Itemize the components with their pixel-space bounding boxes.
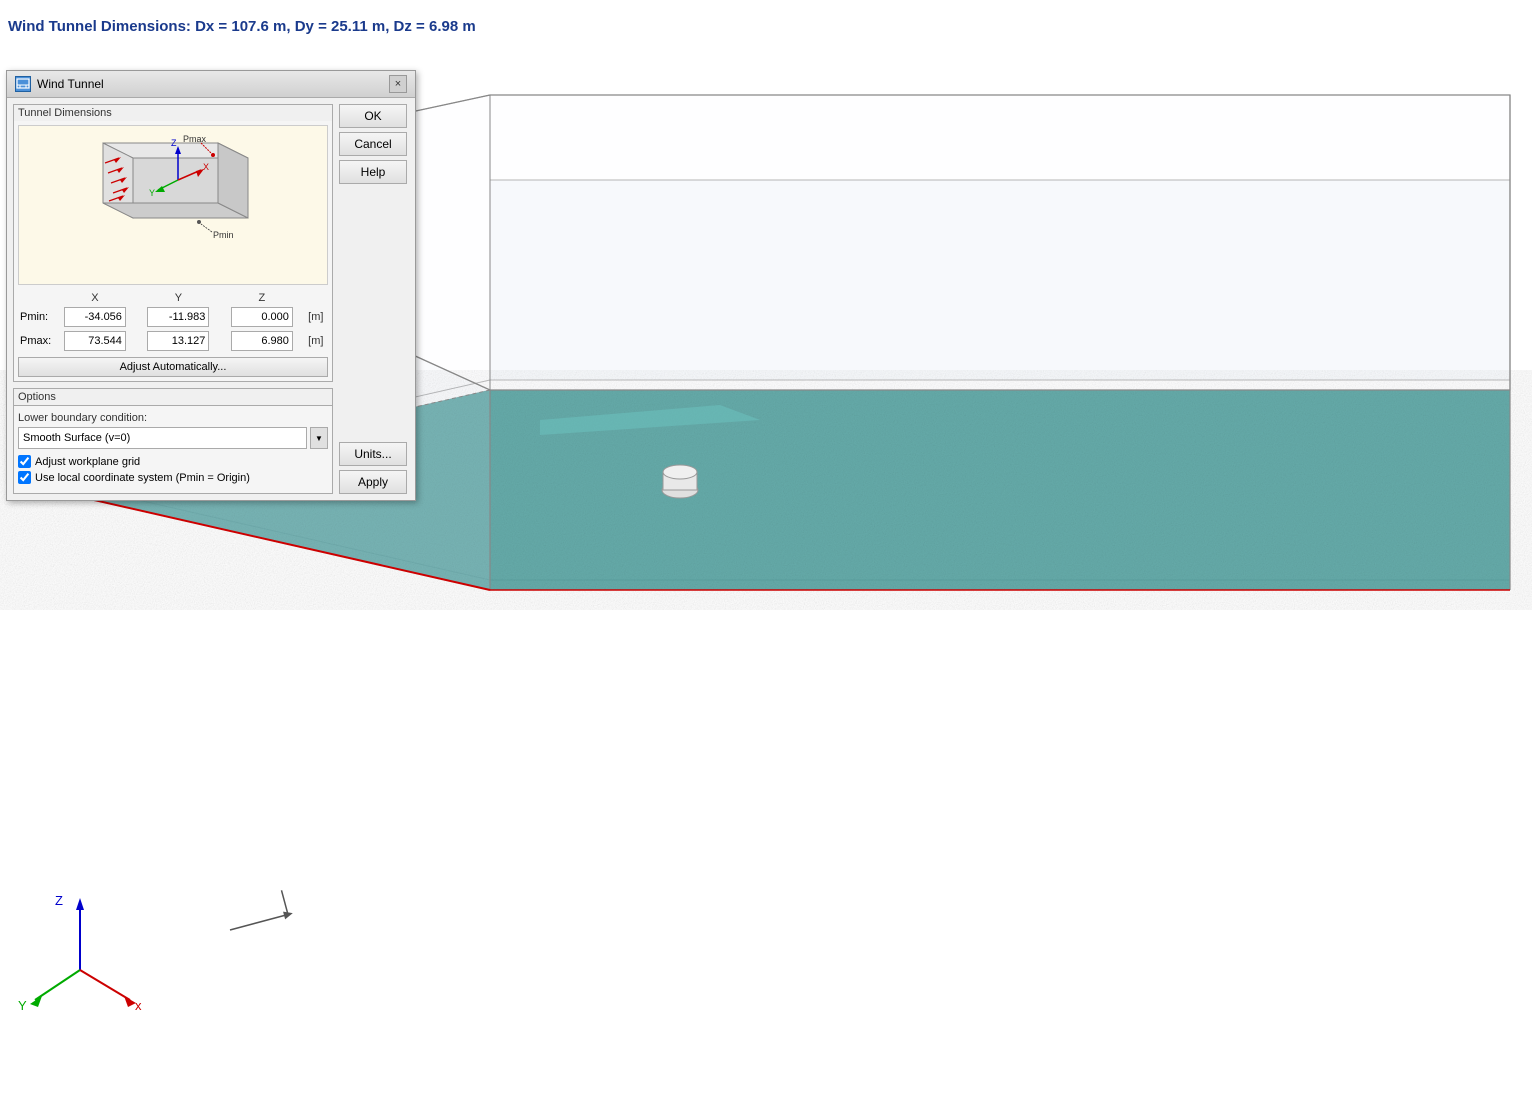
pmax-z-input[interactable] — [231, 331, 293, 351]
help-button[interactable]: Help — [339, 160, 407, 184]
svg-text:x: x — [135, 998, 142, 1013]
apply-button[interactable]: Apply — [339, 470, 407, 494]
col-x-header: X — [53, 291, 136, 305]
dropdown-arrow-icon[interactable]: ▼ — [310, 427, 328, 449]
close-button[interactable]: × — [389, 75, 407, 93]
pmin-y-input[interactable] — [147, 307, 209, 327]
cancel-button[interactable]: Cancel — [339, 132, 407, 156]
ok-button[interactable]: OK — [339, 104, 407, 128]
pmax-row-label: Pmax: — [18, 329, 53, 353]
svg-text:Pmin: Pmin — [213, 230, 234, 240]
pmin-z-input[interactable] — [231, 307, 293, 327]
dialog-title: Wind Tunnel — [37, 77, 104, 91]
page-title: Wind Tunnel Dimensions: Dx = 107.6 m, Dy… — [8, 18, 476, 35]
adjust-workplane-row: Adjust workplane grid — [18, 455, 328, 468]
use-local-coord-label: Use local coordinate system (Pmin = Orig… — [35, 472, 250, 484]
coords-table: X Y Z Pmin: — [18, 291, 328, 353]
adjust-workplane-label: Adjust workplane grid — [35, 456, 140, 468]
tunnel-dimensions-label: Tunnel Dimensions — [14, 105, 332, 121]
pmin-row-label: Pmin: — [18, 305, 53, 329]
pmax-y-input[interactable] — [147, 331, 209, 351]
tunnel-diagram: Z Y X — [18, 125, 328, 285]
use-local-coord-row: Use local coordinate system (Pmin = Orig… — [18, 471, 328, 484]
titlebar-left: Wind Tunnel — [15, 76, 104, 92]
col-z-header: Z — [220, 291, 303, 305]
pmin-row: Pmin: [m] — [18, 305, 328, 329]
svg-text:Z: Z — [55, 893, 63, 908]
tunnel-diagram-svg: Z Y X — [53, 128, 293, 283]
lower-bc-dropdown-container: Smooth Surface (v=0) ▼ — [18, 427, 328, 449]
options-group: Options Lower boundary condition: Smooth… — [13, 388, 333, 494]
use-local-coord-checkbox[interactable] — [18, 471, 31, 484]
col-y-header: Y — [137, 291, 220, 305]
pmax-x-input[interactable] — [64, 331, 126, 351]
pmax-unit: [m] — [304, 329, 328, 353]
dialog-icon — [15, 76, 31, 92]
dialog-titlebar: Wind Tunnel × — [7, 71, 415, 98]
dialog-left-panel: Tunnel Dimensions — [13, 104, 333, 494]
svg-text:Pmax: Pmax — [183, 134, 207, 144]
lower-bc-label: Lower boundary condition: — [18, 412, 328, 424]
svg-text:X: X — [203, 162, 209, 172]
adjust-automatically-button[interactable]: Adjust Automatically... — [18, 357, 328, 377]
wind-tunnel-dialog: Wind Tunnel × Tunnel Dimensions — [6, 70, 416, 501]
svg-text:Y: Y — [18, 998, 27, 1013]
options-label: Options — [14, 389, 332, 406]
pmin-unit: [m] — [304, 305, 328, 329]
units-button[interactable]: Units... — [339, 442, 407, 466]
lower-bc-dropdown[interactable]: Smooth Surface (v=0) — [18, 427, 307, 449]
tunnel-dimensions-content: Z Y X — [14, 121, 332, 381]
pmin-x-input[interactable] — [64, 307, 126, 327]
dialog-right-panel: OK Cancel Help Units... Apply — [339, 104, 409, 494]
options-content: Lower boundary condition: Smooth Surface… — [14, 406, 332, 493]
svg-text:Y: Y — [149, 188, 155, 198]
svg-text:Z: Z — [171, 138, 177, 148]
adjust-workplane-checkbox[interactable] — [18, 455, 31, 468]
tunnel-dimensions-group: Tunnel Dimensions — [13, 104, 333, 382]
pmax-row: Pmax: [m] — [18, 329, 328, 353]
